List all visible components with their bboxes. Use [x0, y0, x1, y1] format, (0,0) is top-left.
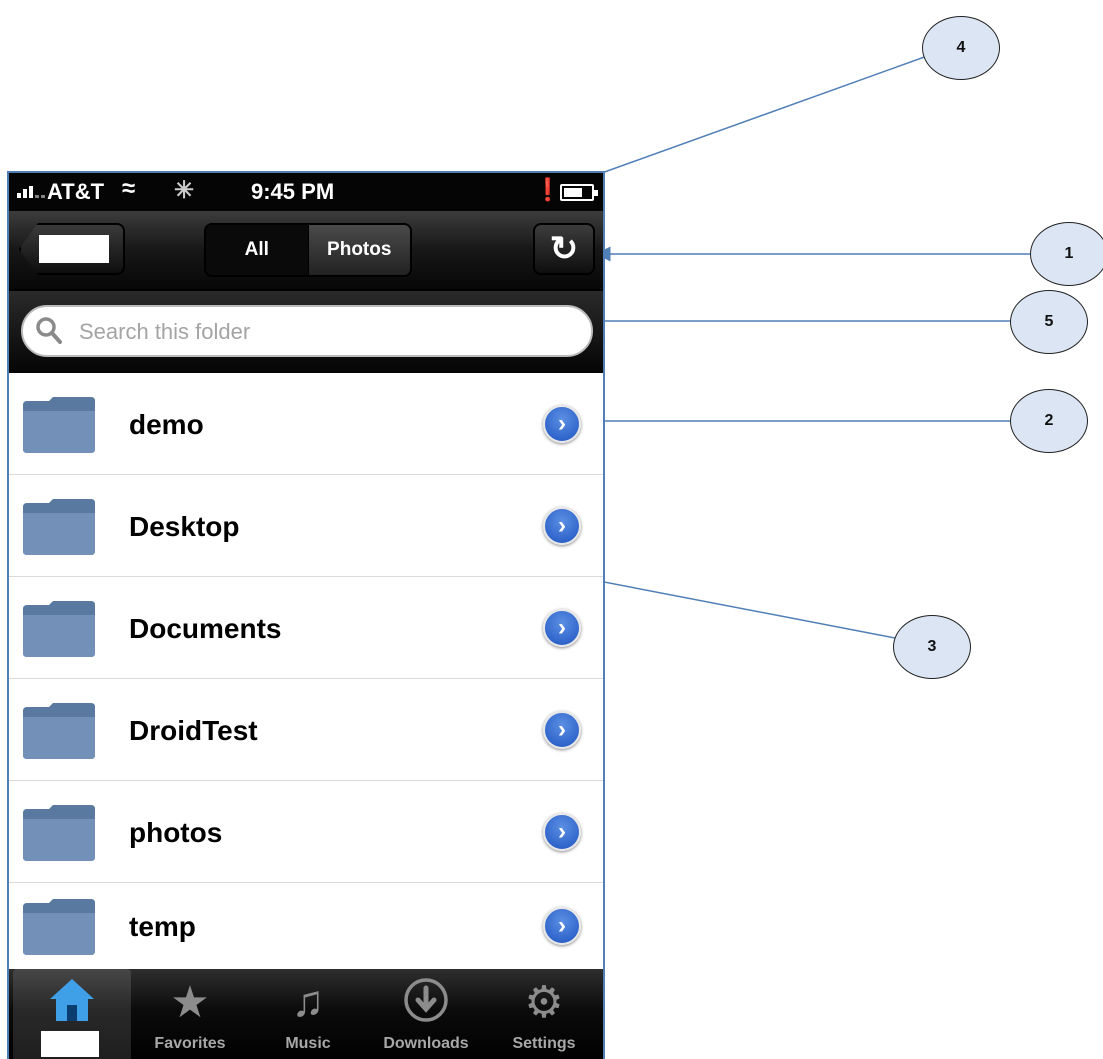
tab-favorites[interactable]: ★ Favorites	[131, 969, 249, 1059]
chevron-right-icon[interactable]: ›	[543, 711, 581, 749]
home-icon	[50, 979, 94, 1021]
folder-list: demo › Desktop › Documents › DroidTest ›…	[9, 373, 603, 967]
signal-icon	[17, 182, 45, 198]
music-note-icon: ♫	[291, 977, 325, 1026]
chevron-right-icon[interactable]: ›	[543, 609, 581, 647]
callout-5: 5	[1010, 290, 1088, 354]
folder-name: Documents	[129, 613, 282, 644]
list-item[interactable]: temp ›	[9, 883, 603, 967]
activity-spinner-icon: ✳	[174, 177, 195, 204]
refresh-button[interactable]: ↻	[533, 223, 595, 275]
tab-downloads[interactable]: Downloads	[367, 969, 485, 1059]
list-item[interactable]: Desktop ›	[9, 475, 603, 577]
status-time: 9:45 PM	[251, 179, 335, 204]
callout-4: 4	[922, 16, 1000, 80]
folder-name: temp	[129, 911, 196, 942]
chevron-right-icon[interactable]: ›	[543, 813, 581, 851]
download-icon	[404, 978, 448, 1022]
tab-home[interactable]	[13, 969, 131, 1059]
list-item[interactable]: demo ›	[9, 373, 603, 475]
list-item[interactable]: DroidTest ›	[9, 679, 603, 781]
chevron-right-icon[interactable]: ›	[543, 907, 581, 945]
wifi-icon: ≈	[122, 175, 136, 202]
tab-label: Settings	[512, 1035, 576, 1052]
navigation-bar: All Photos ↻	[9, 211, 603, 291]
gear-icon: ⚙	[524, 978, 564, 1027]
chevron-right-icon[interactable]: ›	[543, 507, 581, 545]
search-field[interactable]	[21, 305, 593, 357]
tab-music[interactable]: ♫ Music	[249, 969, 367, 1059]
tab-label: Music	[285, 1035, 331, 1052]
segmented-control: All Photos	[204, 223, 412, 277]
folder-name: DroidTest	[129, 715, 258, 746]
callout-2: 2	[1010, 389, 1088, 453]
bluetooth-icon: ❗	[534, 177, 562, 202]
folder-name: photos	[129, 817, 223, 848]
folder-icon	[23, 703, 95, 759]
home-tab-label-redacted	[41, 1031, 99, 1057]
star-icon: ★	[170, 978, 210, 1027]
search-input[interactable]	[79, 316, 559, 348]
folder-name: demo	[129, 409, 204, 440]
callout-3: 3	[893, 615, 971, 679]
folder-icon	[23, 805, 95, 861]
tab-label: Downloads	[383, 1035, 469, 1052]
segment-photos[interactable]: Photos	[307, 225, 410, 275]
list-item[interactable]: photos ›	[9, 781, 603, 883]
tab-settings[interactable]: ⚙ Settings	[485, 969, 603, 1059]
folder-icon	[23, 397, 95, 453]
search-bar	[9, 291, 603, 373]
callout-1: 1	[1030, 222, 1103, 286]
folder-name: Desktop	[129, 511, 240, 542]
folder-icon	[23, 601, 95, 657]
status-bar: AT&T ≈ ✳ 9:45 PM ❗	[9, 173, 603, 211]
folder-icon	[23, 499, 95, 555]
folder-icon	[23, 899, 95, 955]
phone-screen: AT&T ≈ ✳ 9:45 PM ❗ All Photos ↻ demo	[7, 171, 605, 1059]
tab-bar: ★ Favorites ♫ Music Downloads ⚙ Settings	[9, 969, 603, 1059]
search-icon	[36, 317, 62, 344]
refresh-icon: ↻	[549, 230, 579, 268]
chevron-right-icon[interactable]: ›	[543, 405, 581, 443]
list-item[interactable]: Documents ›	[9, 577, 603, 679]
carrier-label: AT&T	[47, 179, 105, 204]
segment-all[interactable]: All	[206, 225, 308, 275]
back-button-label-redacted	[39, 235, 109, 263]
tab-label: Favorites	[154, 1035, 226, 1052]
battery-icon	[560, 184, 598, 201]
